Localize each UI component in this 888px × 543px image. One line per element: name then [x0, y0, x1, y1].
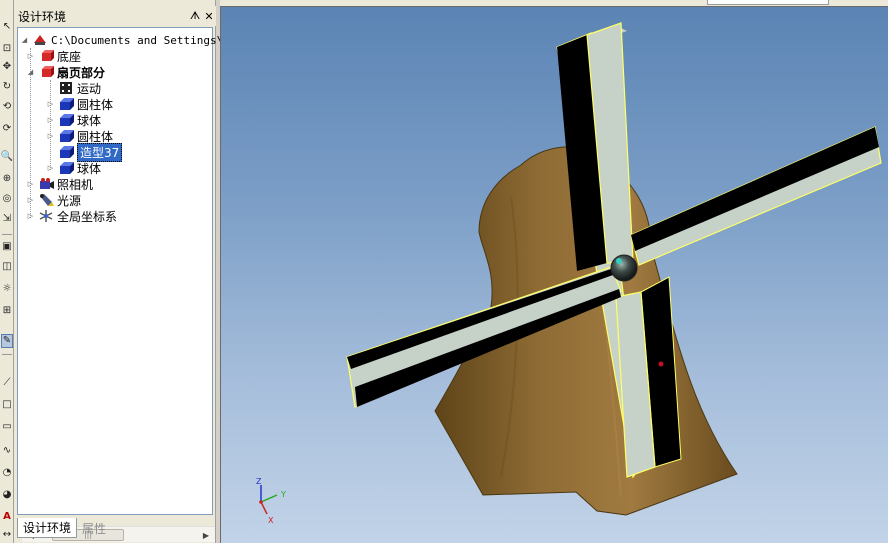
- tree-item-label: 底座: [57, 49, 82, 64]
- render-icon[interactable]: ▣: [1, 240, 13, 254]
- vertical-toolbar: ↖ ⊡ ✥ ↻ ⟲ ⟳ 🔍 ⊕ ◎ ⇲ ▣ ◫ ☼ ⊞ ✎ ⟋ □ ▭ ∿ ◔ …: [0, 0, 14, 543]
- pin-icon[interactable]: ᗑ: [188, 9, 202, 23]
- hub-marker: [616, 258, 622, 264]
- text-tool-icon[interactable]: A: [1, 510, 13, 524]
- zoom-window-icon[interactable]: ⊕: [1, 172, 13, 186]
- tree-item-sphere-1[interactable]: ▷ 球体: [46, 112, 101, 128]
- pencil-tool-icon[interactable]: ✎: [1, 334, 13, 348]
- axis-z-label: Z: [256, 477, 262, 486]
- expand-icon[interactable]: ▷: [26, 212, 35, 221]
- tree-item-light[interactable]: ▷ 光源: [26, 192, 81, 208]
- group-icon: [38, 49, 54, 63]
- tree-item-shape-37[interactable]: 造型37: [58, 142, 123, 162]
- rotate-icon[interactable]: ↻: [1, 80, 13, 94]
- design-environment-panel: 设计环境 ᗑ ✕ ◢ C:\Documents and Settings\Ad …: [14, 0, 236, 543]
- tree-item-label: 球体: [77, 113, 102, 128]
- collapse-icon[interactable]: ◢: [26, 68, 35, 77]
- walk-icon[interactable]: ⇲: [1, 212, 13, 226]
- expand-icon[interactable]: ▷: [26, 52, 35, 61]
- expand-icon[interactable]: ▷: [46, 132, 55, 141]
- zoom-fit-icon[interactable]: ⊡: [1, 42, 13, 56]
- tree-item-base[interactable]: ▷ 底座: [26, 48, 81, 64]
- tree-item-cylinder-1[interactable]: ▷ 圆柱体: [46, 96, 113, 112]
- camera-tool-icon[interactable]: ◫: [1, 260, 13, 274]
- tree-item-label: 全局坐标系: [57, 209, 118, 224]
- expand-icon[interactable]: ▷: [26, 180, 35, 189]
- circle-tool-icon[interactable]: ◕: [1, 488, 13, 502]
- expand-icon[interactable]: ▷: [26, 196, 35, 205]
- tree-item-label: 球体: [77, 161, 102, 176]
- pan-icon[interactable]: ✥: [1, 60, 13, 74]
- tab-properties[interactable]: 属性: [77, 518, 111, 538]
- dimension-tool-icon[interactable]: ↔: [1, 528, 13, 542]
- tree-item-label: 圆柱体: [77, 97, 114, 112]
- rectangle-tool-icon[interactable]: □: [1, 398, 13, 412]
- windmill-scene[interactable]: Z Y X: [221, 7, 888, 543]
- look-at-icon[interactable]: ◎: [1, 192, 13, 206]
- camera-icon: [38, 177, 54, 191]
- axes-icon: [38, 209, 54, 223]
- tree-item-root[interactable]: ◢ C:\Documents and Settings\Ad: [20, 32, 237, 48]
- shape-icon: [58, 113, 74, 127]
- flashlight-icon: [38, 193, 54, 207]
- tree-item-sphere-2[interactable]: ▷ 球体: [46, 160, 101, 176]
- 3d-viewport[interactable]: Z Y X: [220, 6, 888, 543]
- shape-icon: [58, 161, 74, 175]
- grid-tool-icon[interactable]: ⊞: [1, 304, 13, 318]
- tree-item-label: 运动: [77, 81, 102, 96]
- select-tool-icon[interactable]: ↖: [1, 20, 13, 34]
- spin-icon[interactable]: ⟳: [1, 122, 13, 136]
- tree-item-label: 照相机: [57, 177, 94, 192]
- shape-icon: [58, 129, 74, 143]
- film-icon: [58, 81, 74, 95]
- expand-icon[interactable]: ▷: [46, 116, 55, 125]
- expand-icon[interactable]: ▷: [46, 164, 55, 173]
- axis-triad: Z Y X: [256, 477, 286, 525]
- close-icon[interactable]: ✕: [202, 10, 216, 23]
- group-icon: [38, 65, 54, 79]
- tree-item-blade-part[interactable]: ◢ 扇页部分: [26, 64, 105, 80]
- tree-item-global-axes[interactable]: ▷ 全局坐标系: [26, 208, 117, 224]
- tree-item-camera[interactable]: ▷ 照相机: [26, 176, 93, 192]
- scene-icon: [32, 33, 48, 47]
- box-tool-icon[interactable]: ▭: [1, 420, 13, 434]
- tree-item-label: 扇页部分: [57, 65, 106, 80]
- axis-x-label: X: [268, 516, 274, 525]
- panel-title: 设计环境: [18, 9, 67, 24]
- tree-root-label: C:\Documents and Settings\Ad: [51, 33, 237, 47]
- collapse-icon[interactable]: ◢: [20, 36, 29, 45]
- shape-icon: [58, 97, 74, 111]
- rotor-hub[interactable]: [610, 254, 638, 282]
- orbit-icon[interactable]: ⟲: [1, 100, 13, 114]
- expand-icon[interactable]: ▷: [46, 100, 55, 109]
- curve-tool-icon[interactable]: ∿: [1, 444, 13, 458]
- axis-y-label: Y: [280, 490, 286, 499]
- panel-tabs: 设计环境 属性: [14, 518, 216, 540]
- tree-item-motion[interactable]: 运动: [58, 80, 101, 96]
- light-tool-icon[interactable]: ☼: [1, 282, 13, 296]
- scene-tree: ◢ C:\Documents and Settings\Ad ▷ 底座 ◢ 扇页…: [17, 27, 236, 542]
- arc-tool-icon[interactable]: ◔: [1, 466, 13, 480]
- document-tab[interactable]: [707, 0, 829, 5]
- panel-header: 设计环境 ᗑ ✕: [14, 6, 216, 26]
- shape-icon: [58, 145, 74, 159]
- line-tool-icon[interactable]: ⟋: [1, 376, 13, 390]
- tree-item-label: 光源: [57, 193, 82, 208]
- pivot-marker: [658, 361, 664, 367]
- tab-design-environment[interactable]: 设计环境: [17, 518, 78, 538]
- zoom-icon[interactable]: 🔍: [1, 150, 13, 164]
